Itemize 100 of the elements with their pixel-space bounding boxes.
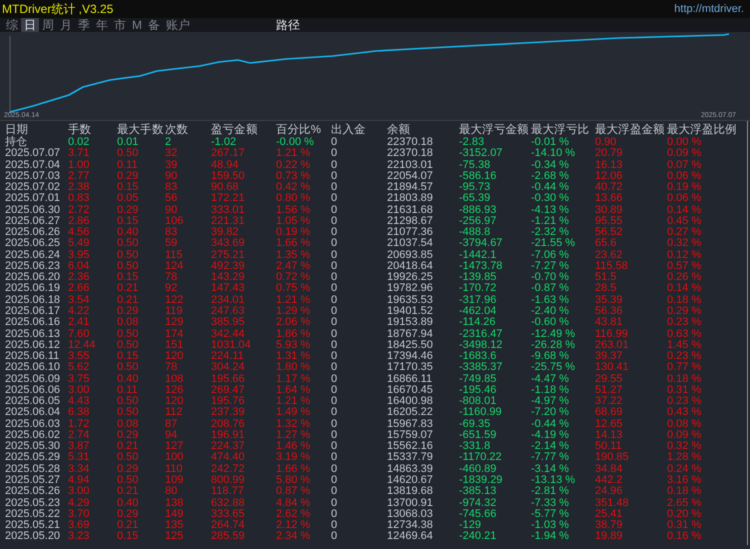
tab[interactable]: 季 <box>75 18 93 32</box>
table-cell-text: 0.50 <box>117 250 140 261</box>
table-cell-text: 21631.68 <box>387 204 434 216</box>
table-cell-text: -749.85 <box>459 374 498 385</box>
table-cell-text: 28.5 <box>595 283 618 295</box>
table-cell-text: 120 <box>165 351 184 362</box>
tab[interactable]: 月 <box>57 18 75 32</box>
table-cell-text: 3.00 <box>68 486 90 498</box>
table-cell-text: 0.11 <box>117 384 139 396</box>
column-header: 最大浮盈金额 <box>595 124 666 137</box>
table-cell-text: 50.11 <box>595 441 622 452</box>
table-cell-text: 12734.38 <box>387 520 434 532</box>
table-cell-text: 285.59 <box>211 531 246 543</box>
table-cell-text: 147.43 <box>211 283 246 295</box>
tab[interactable]: 账户 <box>163 18 193 32</box>
table-cell-text: 0 <box>331 283 338 295</box>
table-cell-text: 2025.06.30 <box>5 204 62 216</box>
tab[interactable]: 路径 <box>273 18 303 32</box>
table-cell-text: 5.93 % <box>276 340 312 351</box>
table-cell-text: 22054.07 <box>387 170 434 182</box>
table-cell-text: 2025.06.11 <box>5 351 60 362</box>
table-cell-text: 159.50 <box>211 170 246 182</box>
table-cell-text: 15759.07 <box>387 430 434 441</box>
website-link[interactable]: http://mtdriver. <box>674 3 744 15</box>
tab[interactable]: 综 <box>3 18 21 32</box>
table-cell-text: 2025.06.13 <box>5 328 62 340</box>
table-cell-text: 2.74 <box>68 430 90 441</box>
table-cell-text: 94 <box>165 430 178 441</box>
table-cell-text: 2025.06.24 <box>5 250 62 261</box>
table-cell-text: -1.18 % <box>531 384 570 396</box>
table-cell-text: 2025.06.09 <box>5 374 62 385</box>
table-cell-text: 2.62 % <box>276 508 312 520</box>
table-cell-text: 1.80 % <box>276 362 312 374</box>
table-cell-text: 0 <box>331 148 338 160</box>
tab[interactable]: 日 <box>21 18 39 32</box>
table-cell-text: 78 <box>165 362 178 374</box>
table-cell-text: 0.15 <box>117 272 140 284</box>
table-cell-text: 2.41 <box>68 317 90 329</box>
table-cell-text: 242.72 <box>211 464 246 475</box>
table-cell-text: 0 <box>331 193 338 205</box>
table-cell-text: 0.50 <box>117 452 140 464</box>
table-cell-text: 0 <box>331 137 338 148</box>
table-cell-text: 2.86 <box>68 216 90 227</box>
table-cell-text: 0.87 % <box>276 486 312 498</box>
table-cell-text: 39.82 <box>211 227 239 238</box>
table-cell-text: 0.63 % <box>667 328 702 340</box>
table-cell-text: 385.95 <box>211 317 246 329</box>
table-cell-text: 56 <box>165 193 178 205</box>
table-cell-text: 0 <box>331 486 338 498</box>
table-cell-text: 0.77 % <box>667 362 702 374</box>
table-cell-text: 23.62 <box>595 250 624 261</box>
table-cell-text: 95.55 <box>595 216 624 227</box>
table-cell-text: 237.39 <box>211 407 246 419</box>
tab[interactable]: 备 <box>145 18 163 32</box>
tab[interactable]: 年 <box>93 18 111 32</box>
table-cell-text: 0.31 % <box>667 520 702 532</box>
tab[interactable]: 周 <box>39 18 57 32</box>
table-cell-text: -886.93 <box>459 204 498 216</box>
table-cell-text: -1442.1 <box>459 250 498 261</box>
table-cell-text: 0.02 <box>68 137 90 148</box>
table-cell-text: -331.8 <box>459 441 490 452</box>
table-cell-text: 122 <box>165 294 184 306</box>
table-cell-text: 4.43 <box>68 396 90 408</box>
table-cell-text: -4.97 % <box>531 396 570 408</box>
table-cell-text: 0.26 % <box>667 272 702 284</box>
table-cell-text: 442.2 <box>595 474 624 486</box>
table-cell-text: 474.40 <box>211 452 246 464</box>
table-cell-text: -12.49 % <box>531 328 576 340</box>
table-cell-text: 0.29 <box>117 508 140 520</box>
table-cell-text: 56.52 <box>595 227 624 238</box>
table-cell-text: 0.40 <box>117 498 140 509</box>
table-cell-text: 100 <box>165 452 184 464</box>
table-cell-text: 90.68 <box>211 182 239 194</box>
table-cell-text: 90 <box>165 170 178 182</box>
tab[interactable]: M <box>129 18 145 32</box>
table-cell-text: 115.58 <box>595 260 629 272</box>
table-cell-text: 0.75 % <box>276 283 312 295</box>
table-cell-text: 21037.54 <box>387 238 434 250</box>
table-cell-text: 0 <box>331 452 338 464</box>
table-cell-text: 1.66 % <box>276 464 312 475</box>
table-cell-text: 174 <box>165 328 184 340</box>
tab[interactable]: 市 <box>111 18 129 32</box>
table-cell-text: 15967.83 <box>387 418 434 430</box>
table-cell-text: 18767.94 <box>387 328 434 340</box>
table-cell-text: 2.65 % <box>667 498 702 509</box>
table-cell-text: 304.24 <box>211 362 246 374</box>
table-cell-text: 3.54 <box>68 294 90 306</box>
table-cell-text: 19926.25 <box>387 272 434 284</box>
table-cell-text: 4.84 % <box>276 498 312 509</box>
table-cell-text: -1170.22 <box>459 452 503 464</box>
column-header: 最大浮亏比 <box>531 124 590 137</box>
table-cell-text: 2025.06.27 <box>5 216 62 227</box>
table-cell-text: -9.68 % <box>531 351 569 362</box>
table-cell-text: 0 <box>331 204 338 216</box>
table-cell-text: 1.32 % <box>276 418 312 430</box>
table-cell-text: 130.41 <box>595 362 630 374</box>
table-cell-text: 20693.85 <box>387 250 434 261</box>
table-cell-text: -139.85 <box>459 272 498 284</box>
table-cell-text: -0.87 % <box>531 283 570 295</box>
table-cell-text: -114.26 <box>459 317 496 329</box>
